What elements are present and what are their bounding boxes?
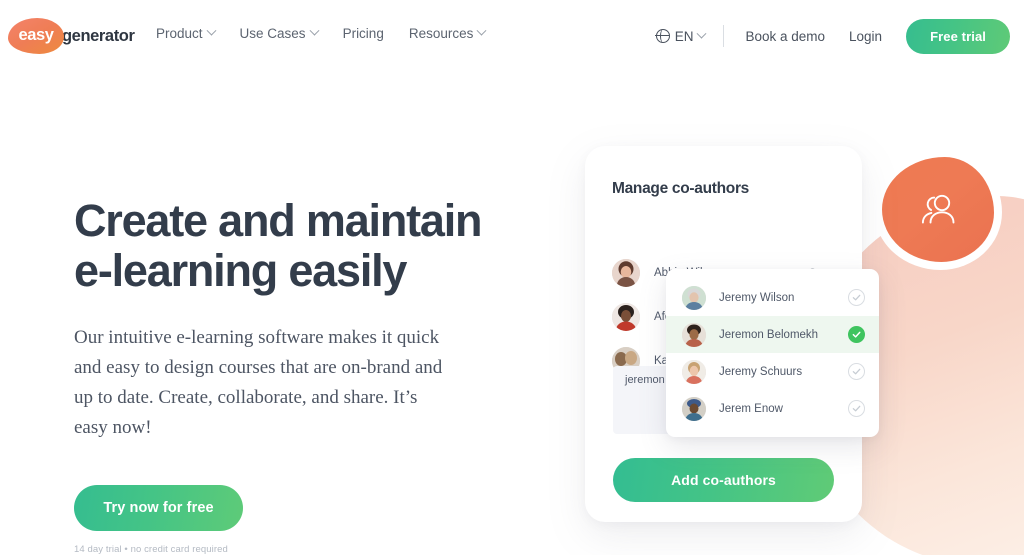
- book-a-demo-link[interactable]: Book a demo: [745, 29, 825, 44]
- orange-badge-halo: [874, 150, 1002, 270]
- select-checkbox[interactable]: [848, 289, 865, 306]
- suggestion-name: Jeremon Belomekh: [719, 328, 819, 341]
- chevron-down-icon: [476, 25, 487, 36]
- language-selector[interactable]: EN: [655, 28, 707, 44]
- chevron-down-icon: [697, 28, 707, 39]
- search-input-value: jeremon: [625, 374, 665, 386]
- list-item[interactable]: Jeremy Schuurs: [666, 353, 879, 390]
- hero-section: Create and maintain e-learning easily Ou…: [74, 196, 504, 555]
- select-checkbox[interactable]: [848, 363, 865, 380]
- nav-item-product[interactable]: Product: [156, 25, 216, 41]
- list-item[interactable]: Jeremy Wilson: [666, 279, 879, 316]
- list-item[interactable]: Jeremon Belomekh: [666, 316, 879, 353]
- logo[interactable]: easy generator: [8, 18, 135, 54]
- free-trial-button[interactable]: Free trial: [906, 18, 1010, 54]
- main-navigation: Product Use Cases Pricing Resources: [156, 25, 487, 41]
- nav-label-product: Product: [156, 26, 203, 41]
- online-status-dot: [635, 303, 640, 308]
- site-header: easy generator Product Use Cases Pricing…: [0, 0, 1024, 70]
- logo-text-generator: generator: [62, 26, 135, 45]
- orange-badge-blob: [882, 157, 994, 262]
- suggestion-name: Jerem Enow: [719, 402, 783, 415]
- language-label: EN: [674, 28, 694, 44]
- trial-fine-print: 14 day trial • no credit card required: [74, 543, 228, 555]
- avatar: [612, 259, 640, 287]
- page-title: Create and maintain e-learning easily: [74, 195, 483, 296]
- co-author-suggestions-dropdown: Jeremy Wilson Jeremon Belomekh Jeremy Sc…: [666, 269, 879, 437]
- online-status-dot: [635, 259, 640, 264]
- header-actions: EN Book a demo Login Free trial: [655, 18, 1010, 54]
- list-item[interactable]: Jerem Enow: [666, 390, 879, 427]
- select-checkbox[interactable]: [848, 400, 865, 417]
- nav-item-pricing[interactable]: Pricing: [343, 26, 384, 41]
- hero-subtitle: Our intuitive e-learning software makes …: [74, 326, 443, 438]
- chevron-down-icon: [206, 25, 216, 36]
- header-divider: [723, 25, 725, 47]
- login-link[interactable]: Login: [849, 29, 882, 44]
- add-co-authors-button[interactable]: Add co-authors: [613, 458, 834, 502]
- chevron-down-icon: [309, 25, 320, 36]
- logo-text-easy: easy: [18, 26, 54, 45]
- globe-icon: [655, 28, 670, 43]
- users-icon: [917, 192, 959, 228]
- card-title: Manage co-authors: [612, 180, 750, 197]
- avatar: [682, 322, 706, 347]
- select-checkbox-checked[interactable]: [848, 326, 865, 343]
- nav-label-use-cases: Use Cases: [239, 26, 306, 41]
- nav-label-pricing: Pricing: [342, 26, 384, 41]
- suggestion-name: Jeremy Schuurs: [719, 365, 803, 378]
- try-now-for-free-button[interactable]: Try now for free: [74, 484, 243, 531]
- suggestion-name: Jeremy Wilson: [719, 291, 795, 304]
- nav-item-resources[interactable]: Resources: [408, 25, 487, 41]
- nav-item-use-cases[interactable]: Use Cases: [239, 25, 320, 41]
- nav-label-resources: Resources: [408, 26, 474, 41]
- avatar: [612, 303, 640, 331]
- avatar: [682, 285, 706, 310]
- avatar: [682, 396, 706, 421]
- avatar: [682, 359, 706, 384]
- logo-blob-icon: easy: [8, 18, 64, 54]
